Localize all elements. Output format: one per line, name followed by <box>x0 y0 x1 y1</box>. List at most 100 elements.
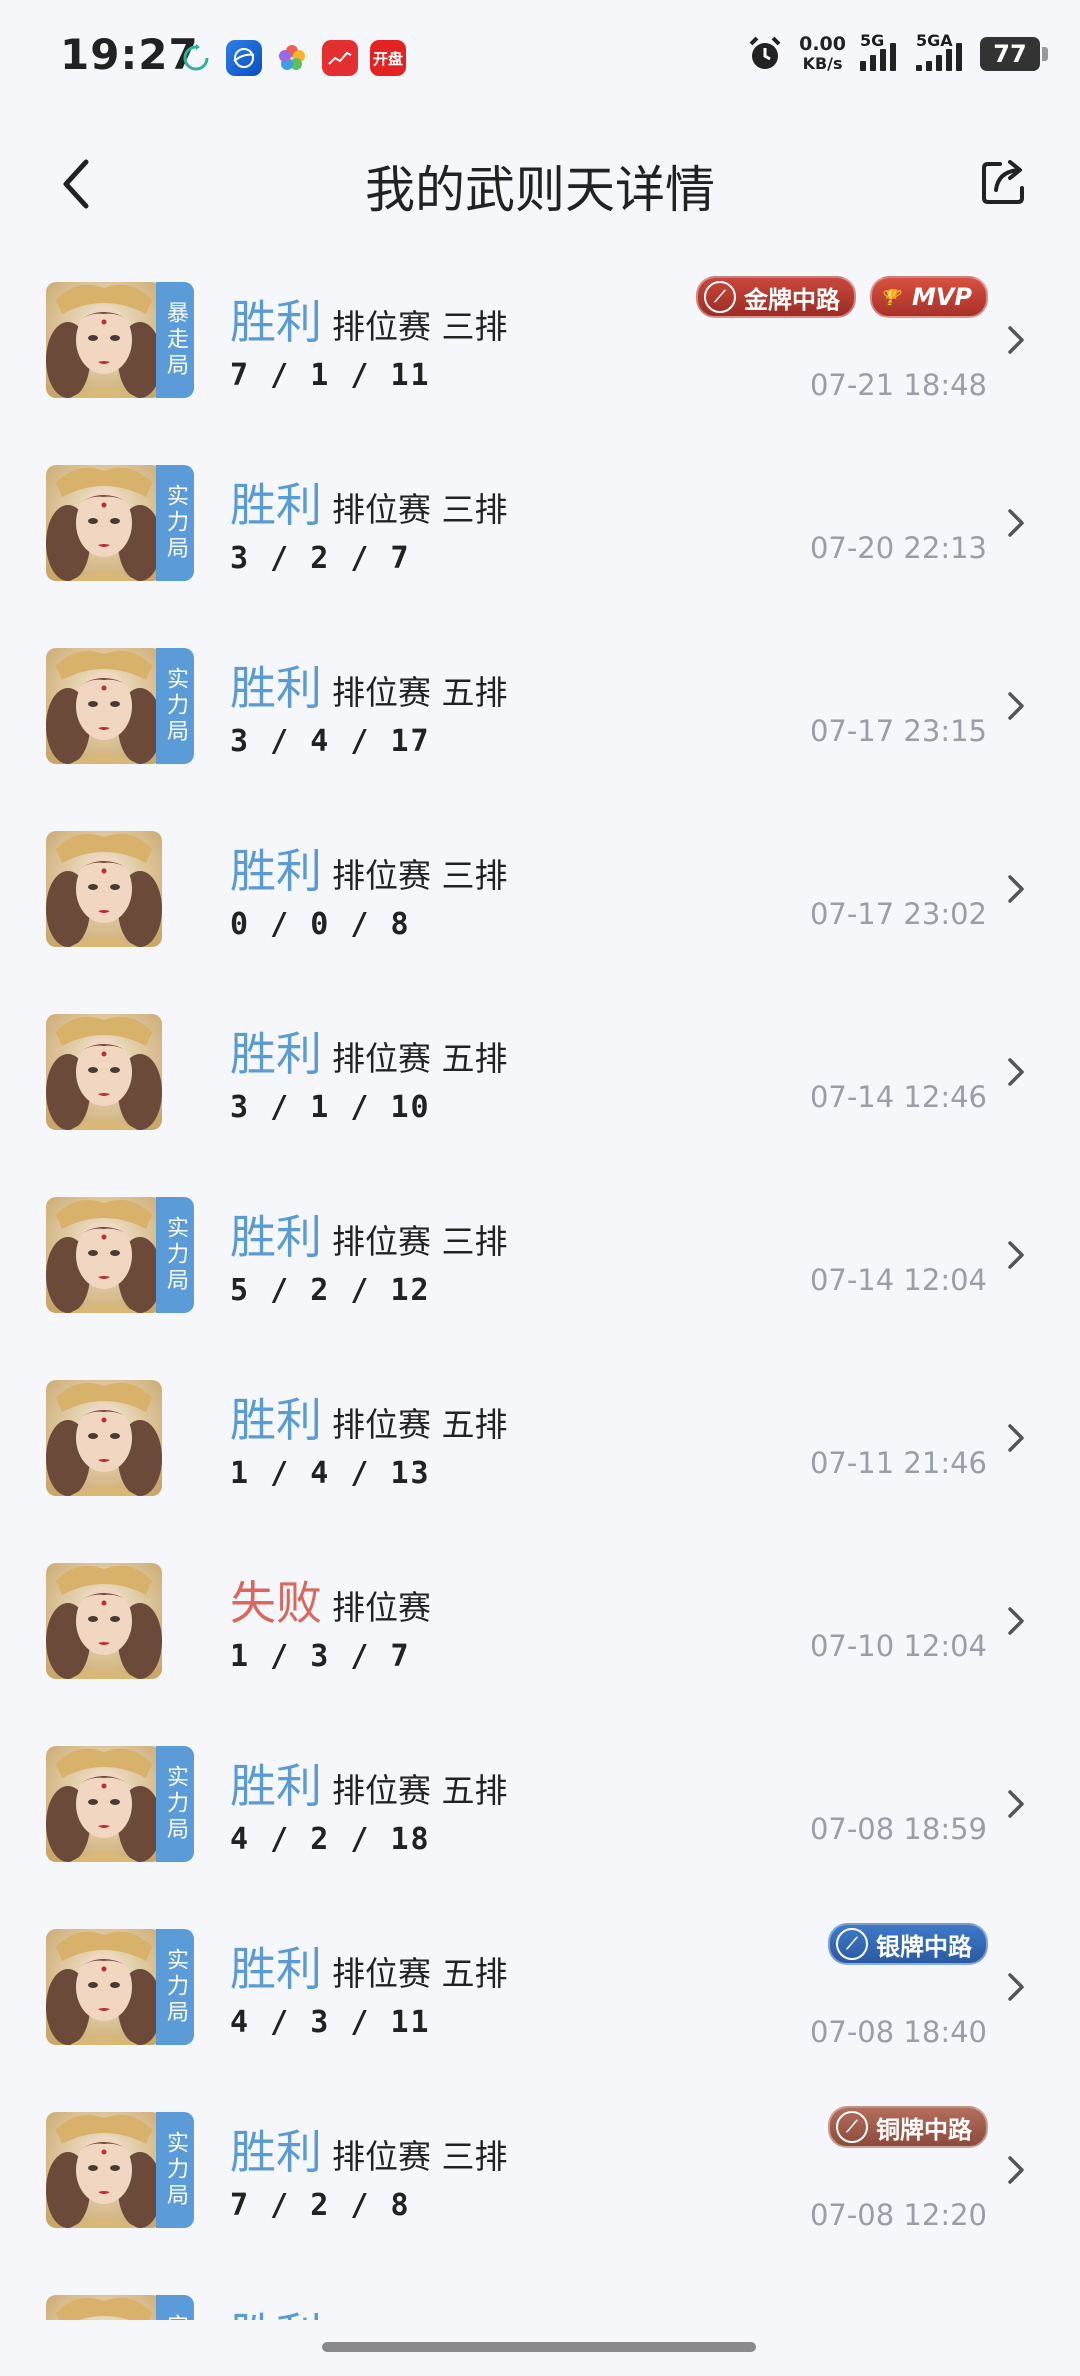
match-mode: 排位赛 三排 <box>332 856 508 895</box>
chevron-right-icon[interactable] <box>1004 1052 1028 1092</box>
kda-score: 3 / 4 / 17 <box>230 724 431 759</box>
hero-avatar <box>46 282 162 398</box>
kda-score: 0 / 0 / 8 <box>230 907 411 942</box>
match-row[interactable]: 实力局 胜利 排位赛 五排 4 / 3 / 11 ⟋ 银牌中路 07-08 18:… <box>0 1907 1080 2090</box>
match-row[interactable]: 失败 排位赛 1 / 3 / 7 07-10 12:04 <box>0 1541 1080 1724</box>
match-mode: 排位赛 <box>332 1588 431 1627</box>
match-result: 失败 <box>230 1576 322 1630</box>
hero-avatar <box>46 2112 162 2228</box>
chevron-right-icon[interactable] <box>1004 1418 1028 1458</box>
hero-avatar <box>46 1746 162 1862</box>
match-result: 胜利 <box>230 844 322 898</box>
hero-avatar-wrap: 暴走局 <box>46 282 196 398</box>
sword-icon: ⟋ <box>703 281 736 313</box>
match-row[interactable]: 实力局 胜利 排位赛 三排 5 / 2 / 12 07-14 12:04 <box>0 1175 1080 1358</box>
trophy-icon: 🏆 <box>879 287 900 307</box>
match-result: 胜利 <box>230 1942 322 1996</box>
hero-avatar-wrap <box>46 1380 196 1496</box>
home-indicator[interactable] <box>322 2342 756 2352</box>
browser-icon <box>226 40 262 76</box>
match-time: 07-11 21:46 <box>809 1446 987 1480</box>
chevron-right-icon[interactable] <box>1004 2150 1028 2190</box>
hero-avatar-wrap <box>46 831 196 947</box>
match-mode: 排位赛 五排 <box>332 1039 508 1078</box>
signal-5g: 5G <box>860 31 902 71</box>
match-result: 胜利 <box>230 1210 322 1264</box>
match-time: 07-17 23:02 <box>809 897 987 931</box>
match-time: 07-21 18:48 <box>809 368 987 402</box>
hero-avatar <box>46 1380 162 1496</box>
match-row[interactable]: 实力局 胜利 排位赛 五排 4 / 2 / 18 07-08 18:59 <box>0 1724 1080 1907</box>
chevron-right-icon[interactable] <box>1004 1784 1028 1824</box>
match-time: 07-14 12:46 <box>809 1080 987 1114</box>
mvp-badge: 🏆 MVP <box>869 276 988 318</box>
hero-avatar-wrap: 实力局 <box>46 648 196 764</box>
status-app-icons: 开盘 <box>178 40 406 76</box>
chevron-right-icon[interactable] <box>1004 1967 1028 2007</box>
match-mode: 排位赛 三排 <box>332 2137 508 2176</box>
hero-avatar <box>46 831 162 947</box>
hero-avatar-wrap: 实力局 <box>46 1929 196 2045</box>
hero-avatar-wrap <box>46 1014 196 1130</box>
chevron-right-icon[interactable] <box>1004 503 1028 543</box>
match-result: 胜利 <box>230 1027 322 1081</box>
match-type-tag: 实力局 <box>156 2112 194 2228</box>
hero-avatar <box>46 1563 162 1679</box>
match-row[interactable]: 实力局 胜利 排位赛 三排 <box>0 2273 1080 2320</box>
match-row[interactable]: 暴走局 胜利 排位赛 三排 7 / 1 / 11 ⟋ 金牌中路 🏆 MVP 07-21… <box>0 260 1080 443</box>
share-icon[interactable] <box>976 154 1032 210</box>
status-right: 0.00 KB/s 5G 5GA 77 <box>745 31 1048 74</box>
kda-score: 5 / 2 / 12 <box>230 1273 431 1308</box>
match-row[interactable]: 实力局 胜利 排位赛 三排 7 / 2 / 8 ⟋ 铜牌中路 07-08 12:2… <box>0 2090 1080 2273</box>
match-type-tag: 实力局 <box>156 648 194 764</box>
match-row[interactable]: 实力局 胜利 排位赛 三排 3 / 2 / 7 07-20 22:13 <box>0 443 1080 626</box>
match-mode: 排位赛 三排 <box>332 490 508 529</box>
match-result: 胜利 <box>230 2125 322 2179</box>
sync-icon <box>178 40 214 76</box>
hero-avatar-wrap: 实力局 <box>46 1746 196 1862</box>
match-row[interactable]: 胜利 排位赛 三排 0 / 0 / 8 07-17 23:02 <box>0 809 1080 992</box>
kda-score: 3 / 2 / 7 <box>230 541 411 576</box>
kda-score: 3 / 1 / 10 <box>230 1090 431 1125</box>
match-result: 胜利 <box>230 1393 322 1447</box>
match-result: 胜利 <box>230 295 322 349</box>
kda-score: 4 / 2 / 18 <box>230 1822 431 1857</box>
match-history-list[interactable]: 暴走局 胜利 排位赛 三排 7 / 1 / 11 ⟋ 金牌中路 🏆 MVP 07-21… <box>0 260 1080 2320</box>
chevron-right-icon[interactable] <box>1004 1235 1028 1275</box>
kda-score: 7 / 2 / 8 <box>230 2188 411 2223</box>
match-time: 07-08 18:59 <box>809 1812 987 1846</box>
badge-label: MVP <box>911 283 972 311</box>
chevron-right-icon[interactable] <box>1004 1601 1028 1641</box>
match-mode: 排位赛 五排 <box>332 673 508 712</box>
match-row[interactable]: 胜利 排位赛 五排 1 / 4 / 13 07-11 21:46 <box>0 1358 1080 1541</box>
chevron-right-icon[interactable] <box>1004 869 1028 909</box>
badge-label: 银牌中路 <box>876 1932 972 1961</box>
lane-medal-badge: ⟋ 银牌中路 <box>828 1923 988 1965</box>
match-type-tag: 实力局 <box>156 2295 194 2320</box>
match-type-tag: 实力局 <box>156 1746 194 1862</box>
match-mode: 排位赛 五排 <box>332 1954 508 1993</box>
net-speed-value: 0.00 <box>799 33 846 55</box>
match-row[interactable]: 胜利 排位赛 五排 3 / 1 / 10 07-14 12:46 <box>0 992 1080 1175</box>
hero-avatar <box>46 1014 162 1130</box>
kda-score: 7 / 1 / 11 <box>230 358 431 393</box>
alarm-icon <box>749 36 781 69</box>
match-type-tag: 实力局 <box>156 465 194 581</box>
hero-avatar-wrap: 实力局 <box>46 1197 196 1313</box>
match-time: 07-20 22:13 <box>809 531 987 565</box>
battery-indicator: 77 <box>980 37 1048 71</box>
match-type-tag: 暴走局 <box>156 282 194 398</box>
hero-avatar-wrap: 实力局 <box>46 2295 196 2320</box>
match-result: 胜利 <box>230 1759 322 1813</box>
match-type-tag: 实力局 <box>156 1929 194 2045</box>
badge-group: ⟋ 银牌中路 <box>828 1923 988 1965</box>
match-mode: 排位赛 三排 <box>332 307 508 346</box>
app-header: 我的武则天详情 <box>0 140 1080 230</box>
hero-avatar <box>46 648 162 764</box>
match-row[interactable]: 实力局 胜利 排位赛 五排 3 / 4 / 17 07-17 23:15 <box>0 626 1080 809</box>
signal-5g-label: 5G <box>860 31 885 50</box>
chevron-right-icon[interactable] <box>1004 320 1028 360</box>
hero-avatar <box>46 465 162 581</box>
chevron-right-icon[interactable] <box>1004 686 1028 726</box>
page-title: 我的武则天详情 <box>365 161 715 219</box>
